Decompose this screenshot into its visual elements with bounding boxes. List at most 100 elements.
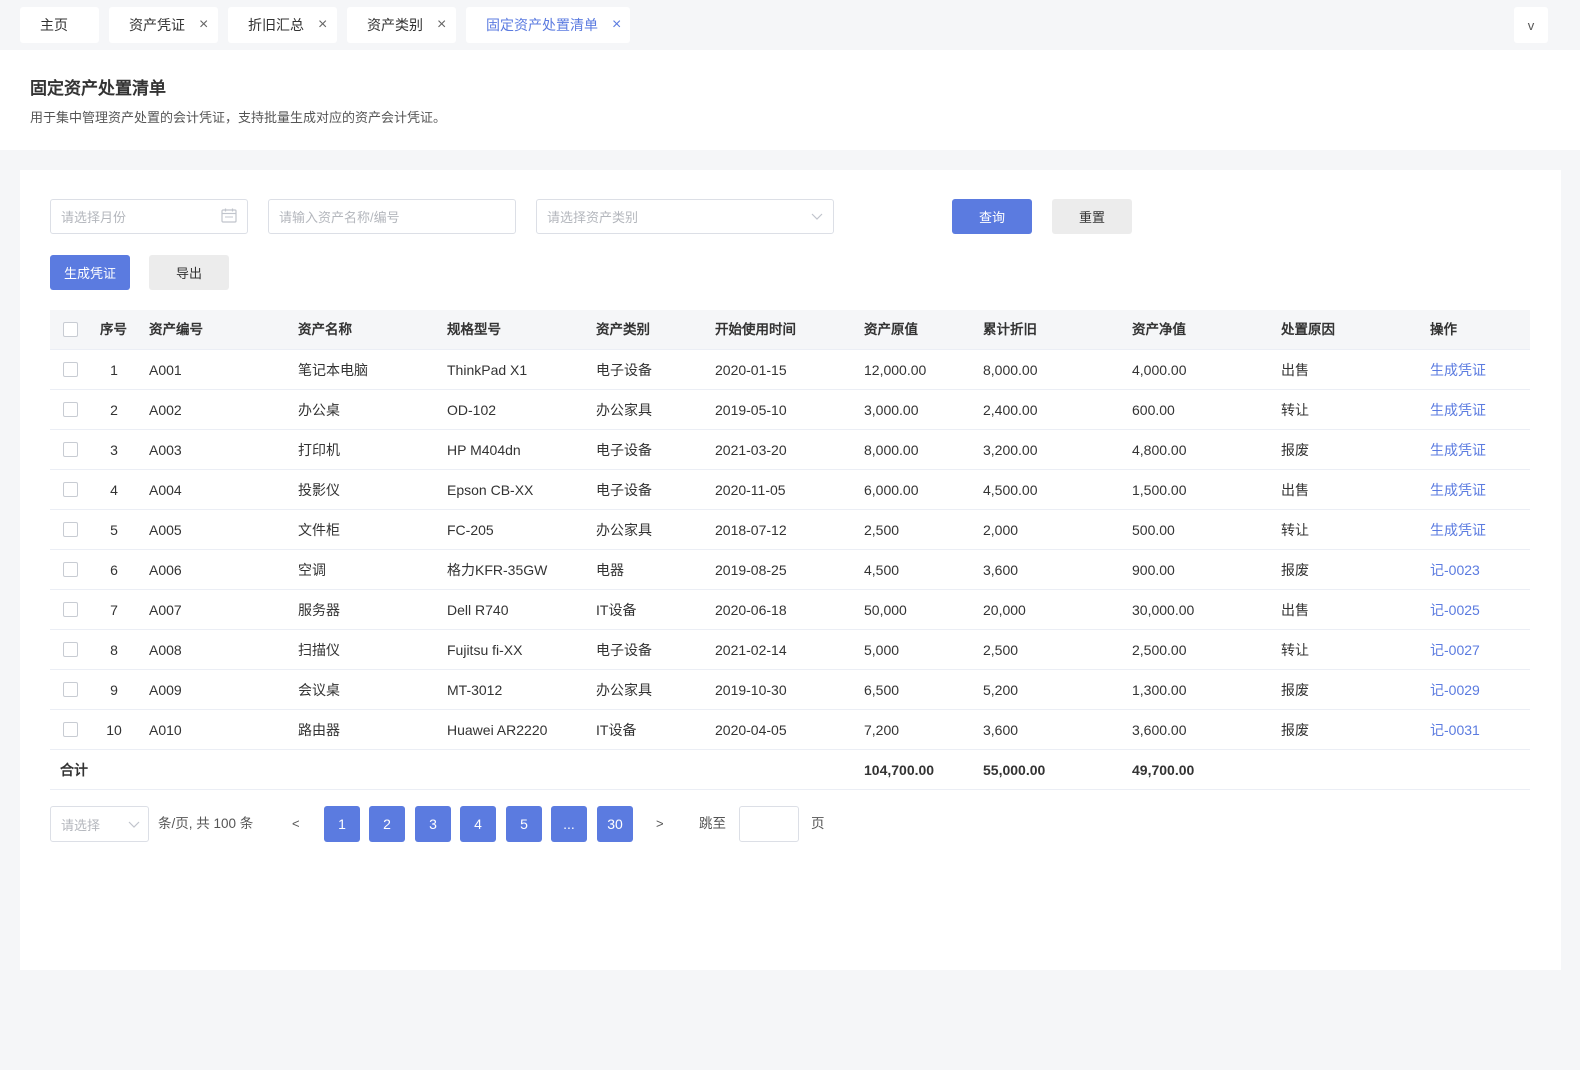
cell-index: 9 — [110, 682, 118, 698]
page-button[interactable]: 3 — [415, 806, 451, 842]
cell-asset-name: 扫描仪 — [298, 642, 340, 658]
column-header: 资产原值 — [864, 322, 918, 337]
action-link[interactable]: 记-0025 — [1430, 590, 1480, 630]
cell-category: 办公家具 — [596, 402, 652, 418]
column-header: 资产名称 — [298, 322, 352, 337]
cell-start-date: 2021-02-14 — [715, 642, 787, 658]
cell-original-value: 3,000.00 — [864, 402, 919, 418]
close-icon[interactable]: × — [199, 17, 208, 33]
tab-home[interactable]: 主页 — [20, 7, 99, 43]
cell-asset-name: 会议桌 — [298, 682, 340, 698]
total-label: 合计 — [60, 762, 88, 778]
page-size-placeholder: 请选择 — [61, 817, 101, 833]
cell-depreciation: 2,500 — [983, 642, 1019, 658]
tab-label: 折旧汇总 — [248, 17, 304, 33]
cell-asset-name: 投影仪 — [298, 482, 340, 498]
page-size-select[interactable]: 请选择 — [50, 806, 149, 842]
close-icon[interactable]: × — [437, 17, 446, 33]
table-row: 2 A002 办公桌 OD-102 办公家具 2019-05-10 3,000.00 2,40… — [50, 390, 1530, 430]
tab-depreciation-summary[interactable]: 折旧汇总 × — [228, 7, 337, 43]
cell-category: IT设备 — [596, 722, 637, 738]
action-link[interactable]: 记-0031 — [1430, 710, 1480, 750]
category-select[interactable]: 请选择资产类别 — [536, 199, 834, 234]
row-checkbox[interactable] — [63, 682, 78, 697]
action-link[interactable]: 记-0027 — [1430, 630, 1480, 670]
cell-disposal-reason: 转让 — [1281, 402, 1309, 418]
tab-asset-category[interactable]: 资产类别 × — [347, 7, 456, 43]
cell-net-value: 1,500.00 — [1132, 482, 1187, 498]
page-button[interactable]: 2 — [369, 806, 405, 842]
query-button[interactable]: 查询 — [952, 199, 1032, 234]
cell-model: MT-3012 — [447, 682, 503, 698]
cell-category: 电子设备 — [596, 482, 652, 498]
cell-index: 3 — [110, 442, 118, 458]
cell-model: Fujitsu fi-XX — [447, 642, 523, 658]
column-header: 序号 — [100, 322, 127, 337]
month-picker[interactable]: 请选择月份 — [50, 199, 248, 234]
cell-category: 电子设备 — [596, 442, 652, 458]
category-placeholder: 请选择资产类别 — [547, 210, 639, 225]
cell-depreciation: 8,000.00 — [983, 362, 1038, 378]
cell-original-value: 50,000 — [864, 602, 907, 618]
action-link[interactable]: 记-0029 — [1430, 670, 1480, 710]
action-link[interactable]: 生成凭证 — [1430, 430, 1486, 470]
row-checkbox[interactable] — [63, 642, 78, 657]
cell-original-value: 8,000.00 — [864, 442, 919, 458]
action-link[interactable]: 生成凭证 — [1430, 390, 1486, 430]
row-checkbox[interactable] — [63, 402, 78, 417]
table-row: 9 A009 会议桌 MT-3012 办公家具 2019-10-30 6,500 5,200 1… — [50, 670, 1530, 710]
page-button[interactable]: 30 — [597, 806, 633, 842]
cell-depreciation: 3,200.00 — [983, 442, 1038, 458]
close-icon[interactable]: × — [318, 17, 327, 33]
action-link[interactable]: 记-0023 — [1430, 550, 1480, 590]
cell-disposal-reason: 出售 — [1281, 482, 1309, 498]
cell-asset-code: A010 — [149, 722, 182, 738]
cell-model: FC-205 — [447, 522, 494, 538]
page-button[interactable]: 4 — [460, 806, 496, 842]
tab-disposal-list[interactable]: 固定资产处置清单 × — [466, 7, 630, 43]
cell-category: 电子设备 — [596, 642, 652, 658]
page-button[interactable]: 1 — [324, 806, 360, 842]
jump-page-input[interactable] — [739, 806, 799, 842]
action-link[interactable]: 生成凭证 — [1430, 510, 1486, 550]
row-checkbox[interactable] — [63, 522, 78, 537]
cell-original-value: 5,000 — [864, 642, 900, 658]
cell-model: HP M404dn — [447, 442, 521, 458]
next-page-button[interactable]: > — [656, 806, 664, 842]
row-checkbox[interactable] — [63, 722, 78, 737]
close-icon[interactable]: × — [612, 17, 621, 33]
prev-page-button[interactable]: < — [292, 806, 300, 842]
cell-asset-name: 打印机 — [298, 442, 340, 458]
row-checkbox[interactable] — [63, 362, 78, 377]
page-ellipsis-button[interactable]: ... — [551, 806, 587, 842]
tab-label: 固定资产处置清单 — [486, 17, 598, 33]
cell-index: 10 — [106, 722, 122, 738]
action-link[interactable]: 生成凭证 — [1430, 350, 1486, 390]
pagination: 请选择 条/页, 共 100 条 < 1 2 3 4 5 ... 30 > 跳至… — [50, 806, 950, 842]
cell-asset-name: 办公桌 — [298, 402, 340, 418]
page-button[interactable]: 5 — [506, 806, 542, 842]
cell-start-date: 2020-06-18 — [715, 602, 787, 618]
row-checkbox[interactable] — [63, 562, 78, 577]
row-checkbox[interactable] — [63, 442, 78, 457]
chevron-down-icon[interactable]: v — [1514, 7, 1548, 43]
cell-disposal-reason: 转让 — [1281, 642, 1309, 658]
month-placeholder: 请选择月份 — [61, 210, 127, 225]
cell-original-value: 2,500 — [864, 522, 900, 538]
export-button[interactable]: 导出 — [149, 255, 229, 290]
generate-voucher-button[interactable]: 生成凭证 — [50, 255, 130, 290]
row-checkbox[interactable] — [63, 482, 78, 497]
select-all-checkbox[interactable] — [63, 322, 78, 337]
cell-index: 5 — [110, 522, 118, 538]
cell-net-value: 3,600.00 — [1132, 722, 1187, 738]
row-checkbox[interactable] — [63, 602, 78, 617]
cell-asset-name: 文件柜 — [298, 522, 340, 538]
reset-button[interactable]: 重置 — [1052, 199, 1132, 234]
asset-search-placeholder: 请输入资产名称/编号 — [279, 210, 400, 225]
action-link[interactable]: 生成凭证 — [1430, 470, 1486, 510]
asset-search-input[interactable]: 请输入资产名称/编号 — [268, 199, 516, 234]
cell-model: 格力KFR-35GW — [447, 562, 548, 578]
cell-start-date: 2021-03-20 — [715, 442, 787, 458]
cell-disposal-reason: 出售 — [1281, 362, 1309, 378]
tab-asset-voucher[interactable]: 资产凭证 × — [109, 7, 218, 43]
